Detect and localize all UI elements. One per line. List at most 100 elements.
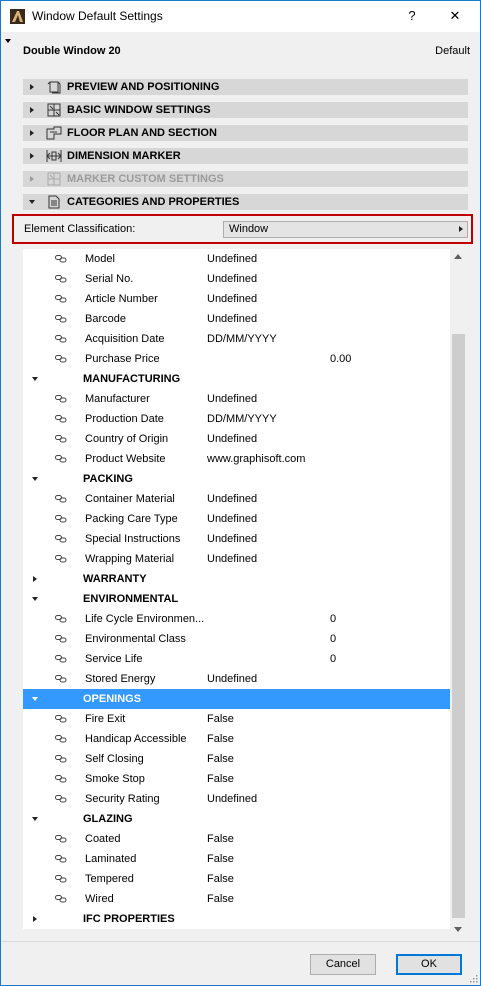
close-button[interactable]: ✕ xyxy=(448,8,462,24)
property-value[interactable]: Undefined xyxy=(207,253,257,265)
ok-button[interactable]: OK xyxy=(396,954,462,975)
property-row[interactable]: Acquisition Date DD/MM/YYYY xyxy=(23,329,450,349)
property-group-row[interactable]: GLAZING xyxy=(23,809,450,829)
property-row[interactable]: Stored Energy Undefined xyxy=(23,669,450,689)
property-row[interactable]: Packing Care Type Undefined xyxy=(23,509,450,529)
collapse-arrow-icon[interactable] xyxy=(32,597,38,601)
help-button[interactable]: ? xyxy=(405,8,419,23)
property-value[interactable]: Undefined xyxy=(207,273,257,285)
element-classification-row: Element Classification: Window xyxy=(12,214,473,244)
link-icon xyxy=(55,335,67,343)
property-value[interactable]: DD/MM/YYYY xyxy=(207,413,277,425)
property-value[interactable]: Undefined xyxy=(207,793,257,805)
property-value[interactable]: 0.00 xyxy=(330,353,351,365)
properties-list[interactable]: Model Undefined Serial No. Undefined Article… xyxy=(23,249,450,929)
property-value[interactable]: False xyxy=(207,713,234,725)
property-row[interactable]: Wrapping Material Undefined xyxy=(23,549,450,569)
properties-scrollbar[interactable] xyxy=(450,249,467,939)
property-group-row[interactable]: PACKING xyxy=(23,469,450,489)
property-value[interactable]: Undefined xyxy=(207,393,257,405)
property-row[interactable]: Container Material Undefined xyxy=(23,489,450,509)
property-row[interactable]: Smoke Stop False xyxy=(23,769,450,789)
property-value[interactable]: DD/MM/YYYY xyxy=(207,333,277,345)
property-row[interactable]: Product Website www.graphisoft.com xyxy=(23,449,450,469)
resize-grip-icon[interactable] xyxy=(470,975,478,983)
expand-arrow-icon[interactable] xyxy=(33,916,37,922)
scroll-thumb[interactable] xyxy=(452,334,465,918)
collapse-arrow-icon[interactable] xyxy=(32,477,38,481)
property-name: Self Closing xyxy=(85,753,144,765)
property-row[interactable]: Article Number Undefined xyxy=(23,289,450,309)
property-row[interactable]: Barcode Undefined xyxy=(23,309,450,329)
property-row[interactable]: Security Rating Undefined xyxy=(23,789,450,809)
panel-menu-caret-icon[interactable] xyxy=(5,39,11,43)
scroll-down-arrow-icon[interactable] xyxy=(454,927,462,932)
property-row[interactable]: Self Closing False xyxy=(23,749,450,769)
property-row[interactable]: Wired False xyxy=(23,889,450,909)
property-row[interactable]: Production Date DD/MM/YYYY xyxy=(23,409,450,429)
classification-value: Window xyxy=(229,223,269,235)
section-floor-plan-and-section[interactable]: FLOOR PLAN AND SECTION xyxy=(23,125,468,141)
property-value[interactable]: False xyxy=(207,753,234,765)
property-row[interactable]: Service Life 0 xyxy=(23,649,450,669)
expand-arrow-icon[interactable] xyxy=(33,576,37,582)
property-value[interactable]: Undefined xyxy=(207,513,257,525)
property-value[interactable]: False xyxy=(207,833,234,845)
collapse-arrow-icon[interactable] xyxy=(32,817,38,821)
property-value[interactable]: 0 xyxy=(330,613,336,625)
property-value[interactable]: 0 xyxy=(330,633,336,645)
property-group-row[interactable]: ENVIRONMENTAL xyxy=(23,589,450,609)
property-row[interactable]: Manufacturer Undefined xyxy=(23,389,450,409)
property-row[interactable]: Environmental Class 0 xyxy=(23,629,450,649)
property-name: Environmental Class xyxy=(85,633,186,645)
property-row[interactable]: Model Undefined xyxy=(23,249,450,269)
property-value[interactable]: 0 xyxy=(330,653,336,665)
section-dimension-marker[interactable]: DIMENSION MARKER xyxy=(23,148,468,164)
property-row[interactable]: Coated False xyxy=(23,829,450,849)
section-categories-and-properties[interactable]: CATEGORIES AND PROPERTIES xyxy=(23,194,468,210)
collapse-arrow-icon[interactable] xyxy=(32,697,38,701)
property-group-row[interactable]: IFC PROPERTIES xyxy=(23,909,450,929)
section-marker-custom-settings[interactable]: MARKER CUSTOM SETTINGS xyxy=(23,171,468,187)
scroll-up-arrow-icon[interactable] xyxy=(454,254,462,259)
property-group-row[interactable]: MANUFACTURING xyxy=(23,369,450,389)
property-row[interactable]: Laminated False xyxy=(23,849,450,869)
archicad-app-icon xyxy=(10,9,25,24)
floor-plan-icon xyxy=(41,126,67,140)
property-value[interactable]: Undefined xyxy=(207,433,257,445)
property-value[interactable]: Undefined xyxy=(207,553,257,565)
link-icon xyxy=(55,895,67,903)
property-row[interactable]: Handicap Accessible False xyxy=(23,729,450,749)
property-value[interactable]: False xyxy=(207,773,234,785)
property-value[interactable]: False xyxy=(207,733,234,745)
property-value[interactable]: Undefined xyxy=(207,533,257,545)
collapse-arrow-icon[interactable] xyxy=(32,377,38,381)
property-row[interactable]: Country of Origin Undefined xyxy=(23,429,450,449)
property-value[interactable]: False xyxy=(207,873,234,885)
property-group-row[interactable]: OPENINGS xyxy=(23,689,450,709)
property-value[interactable]: Undefined xyxy=(207,293,257,305)
property-group-row[interactable]: WARRANTY xyxy=(23,569,450,589)
property-name: Serial No. xyxy=(85,273,134,285)
property-row[interactable]: Life Cycle Environmen... 0 xyxy=(23,609,450,629)
property-value[interactable]: False xyxy=(207,893,234,905)
section-basic-window-settings[interactable]: BASIC WINDOW SETTINGS xyxy=(23,102,468,118)
property-value[interactable]: Undefined xyxy=(207,313,257,325)
section-preview-and-positioning[interactable]: PREVIEW AND POSITIONING xyxy=(23,79,468,95)
dimension-marker-icon xyxy=(41,149,67,163)
property-row[interactable]: Purchase Price 0.00 xyxy=(23,349,450,369)
link-icon xyxy=(55,795,67,803)
expand-arrow-icon xyxy=(23,84,41,90)
property-value[interactable]: Undefined xyxy=(207,493,257,505)
property-row[interactable]: Tempered False xyxy=(23,869,450,889)
property-row[interactable]: Serial No. Undefined xyxy=(23,269,450,289)
link-icon xyxy=(55,495,67,503)
property-value[interactable]: False xyxy=(207,853,234,865)
cancel-button[interactable]: Cancel xyxy=(310,954,376,975)
property-value[interactable]: Undefined xyxy=(207,673,257,685)
property-row[interactable]: Fire Exit False xyxy=(23,709,450,729)
title-bar[interactable]: Window Default Settings ? ✕ xyxy=(1,1,480,32)
element-classification-select[interactable]: Window xyxy=(223,221,468,238)
property-value[interactable]: www.graphisoft.com xyxy=(207,453,305,465)
property-row[interactable]: Special Instructions Undefined xyxy=(23,529,450,549)
